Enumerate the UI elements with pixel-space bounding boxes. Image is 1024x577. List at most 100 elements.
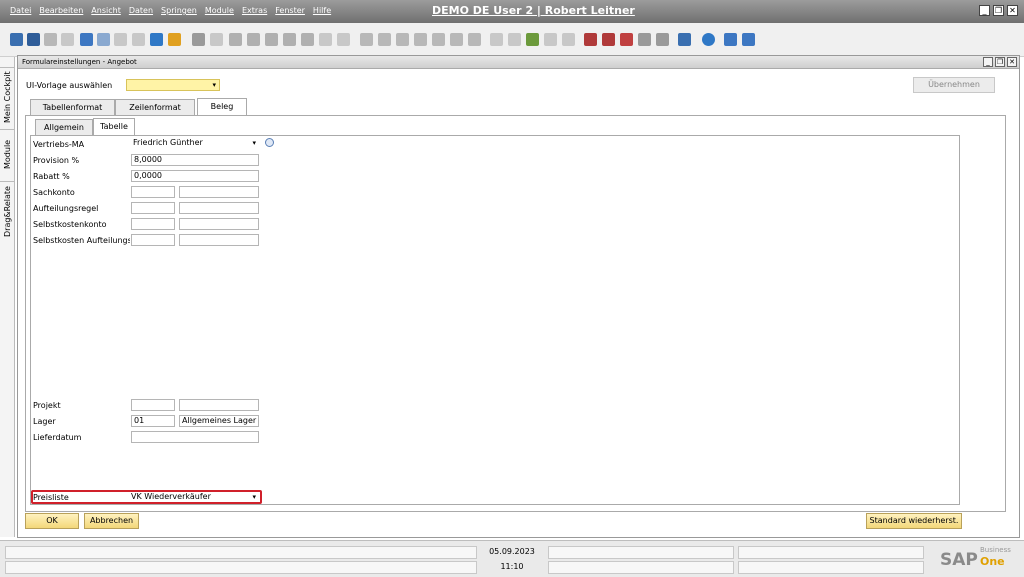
status-field-3 <box>548 546 734 559</box>
preview-icon[interactable] <box>10 33 23 46</box>
tab-allgemein[interactable]: Allgemein <box>35 119 93 135</box>
refresh-icon[interactable] <box>301 33 314 46</box>
sachkonto-field[interactable] <box>131 186 175 198</box>
menu-hilfe[interactable]: Hilfe <box>313 6 331 15</box>
user-icon[interactable] <box>656 33 669 46</box>
rabatt-field[interactable]: 0,0000 <box>131 170 259 182</box>
tab-zeilenformat[interactable]: Zeilenformat <box>115 99 195 115</box>
approve-icon[interactable] <box>526 33 539 46</box>
chevron-down-icon: ▾ <box>252 139 256 147</box>
close-icon[interactable]: ✕ <box>1007 5 1018 16</box>
aufteilungsregel-label: Aufteilungsregel <box>33 204 99 213</box>
ui-template-label: UI-Vorlage auswählen <box>26 81 113 90</box>
projekt-name-field[interactable] <box>179 399 259 411</box>
aufteilungsregel-field[interactable] <box>131 202 175 214</box>
base-document-icon[interactable] <box>360 33 373 46</box>
lager-name-field[interactable]: Allgemeines Lager <box>179 415 259 427</box>
first-record-icon[interactable] <box>229 33 242 46</box>
web-icon[interactable] <box>678 33 691 46</box>
form-close-icon[interactable]: ✕ <box>1007 57 1017 67</box>
export-icon[interactable] <box>97 33 110 46</box>
find-icon[interactable] <box>192 33 205 46</box>
projekt-field[interactable] <box>131 399 175 411</box>
hierarchy-icon[interactable] <box>638 33 651 46</box>
sachkonto-name-field[interactable] <box>179 186 259 198</box>
menu-ansicht[interactable]: Ansicht <box>91 6 121 15</box>
aufteilungsregel-name-field[interactable] <box>179 202 259 214</box>
word-icon[interactable] <box>114 33 127 46</box>
help-icon[interactable] <box>702 33 715 46</box>
vertriebs-ma-dropdown[interactable]: Friedrich Günther ▾ <box>131 138 259 150</box>
selbstkostenkonto-name-field[interactable] <box>179 218 259 230</box>
tab-mein-cockpit[interactable]: Mein Cockpit <box>0 67 15 127</box>
info-icon[interactable] <box>265 138 274 147</box>
menu-extras[interactable]: Extras <box>242 6 267 15</box>
status-bar: 05.09.2023 11:10 SAP Business One <box>0 540 1024 577</box>
status-field-4 <box>548 561 734 574</box>
volume-weight-icon[interactable] <box>450 33 463 46</box>
restore-defaults-button[interactable]: Standard wiederherst. <box>866 513 962 529</box>
minimize-icon[interactable]: _ <box>979 5 990 16</box>
title-bar: Datei Bearbeiten Ansicht Daten Springen … <box>0 0 1024 23</box>
tab-beleg[interactable]: Beleg <box>197 98 247 115</box>
apply-button[interactable]: Übernehmen <box>913 77 995 93</box>
ok-button[interactable]: OK <box>25 513 79 529</box>
cancel-button[interactable]: Abbrechen <box>84 513 139 529</box>
copy-icon[interactable] <box>742 33 755 46</box>
message-icon[interactable] <box>562 33 575 46</box>
tab-drag-relate[interactable]: Drag&Relate <box>0 181 15 241</box>
tab-tabellenformat[interactable]: Tabellenformat <box>30 99 115 115</box>
form-restore-icon[interactable]: ❐ <box>995 57 1005 67</box>
target-document-icon[interactable] <box>378 33 391 46</box>
tab-module[interactable]: Module <box>0 129 15 179</box>
vertriebs-ma-label: Vertriebs-MA <box>33 140 85 149</box>
print-icon[interactable] <box>27 33 40 46</box>
ui-template-dropdown[interactable]: ▾ <box>126 79 220 91</box>
form-minimize-icon[interactable]: _ <box>983 57 993 67</box>
chevron-down-icon: ▾ <box>212 81 216 89</box>
filter-icon[interactable] <box>319 33 332 46</box>
chat-icon[interactable] <box>544 33 557 46</box>
menu-datei[interactable]: Datei <box>10 6 31 15</box>
selbstkostenkonto-label: Selbstkostenkonto <box>33 220 107 229</box>
calendar-icon[interactable] <box>468 33 481 46</box>
pdf-icon[interactable] <box>132 33 145 46</box>
fax-icon[interactable] <box>80 33 93 46</box>
selbstkosten-aufteilung-field[interactable] <box>131 234 175 246</box>
lager-code-field[interactable]: 01 <box>131 415 175 427</box>
menu-springen[interactable]: Springen <box>161 6 197 15</box>
lock-icon[interactable] <box>168 33 181 46</box>
save-icon[interactable] <box>724 33 737 46</box>
alert-icon[interactable] <box>602 33 615 46</box>
app-title: DEMO DE User 2 | Robert Leitner <box>432 4 635 17</box>
form-settings-icon[interactable] <box>620 33 633 46</box>
sms-icon[interactable] <box>61 33 74 46</box>
next-record-icon[interactable] <box>265 33 278 46</box>
menu-bearbeiten[interactable]: Bearbeiten <box>39 6 83 15</box>
status-field-2 <box>5 561 477 574</box>
provision-field[interactable]: 8,0000 <box>131 154 259 166</box>
email-icon[interactable] <box>44 33 57 46</box>
add-icon[interactable] <box>210 33 223 46</box>
menu-module[interactable]: Module <box>205 6 234 15</box>
lieferdatum-field[interactable] <box>131 431 259 443</box>
report-icon[interactable] <box>584 33 597 46</box>
journal-icon[interactable] <box>396 33 409 46</box>
menu-bar: Datei Bearbeiten Ansicht Daten Springen … <box>10 6 331 15</box>
payment-icon[interactable] <box>414 33 427 46</box>
edit-icon[interactable] <box>490 33 503 46</box>
doc-icon[interactable] <box>508 33 521 46</box>
selbstkostenkonto-field[interactable] <box>131 218 175 230</box>
launch-icon[interactable] <box>150 33 163 46</box>
selbstkosten-aufteilung-name-field[interactable] <box>179 234 259 246</box>
gross-profit-icon[interactable] <box>432 33 445 46</box>
menu-daten[interactable]: Daten <box>129 6 153 15</box>
sort-icon[interactable] <box>337 33 350 46</box>
previous-record-icon[interactable] <box>247 33 260 46</box>
preisliste-dropdown[interactable]: VK Wiederverkäufer ▾ <box>129 492 259 504</box>
last-record-icon[interactable] <box>283 33 296 46</box>
tab-tabelle[interactable]: Tabelle <box>93 118 135 135</box>
status-field-1 <box>5 546 477 559</box>
menu-fenster[interactable]: Fenster <box>275 6 305 15</box>
restore-icon[interactable]: ❐ <box>993 5 1004 16</box>
